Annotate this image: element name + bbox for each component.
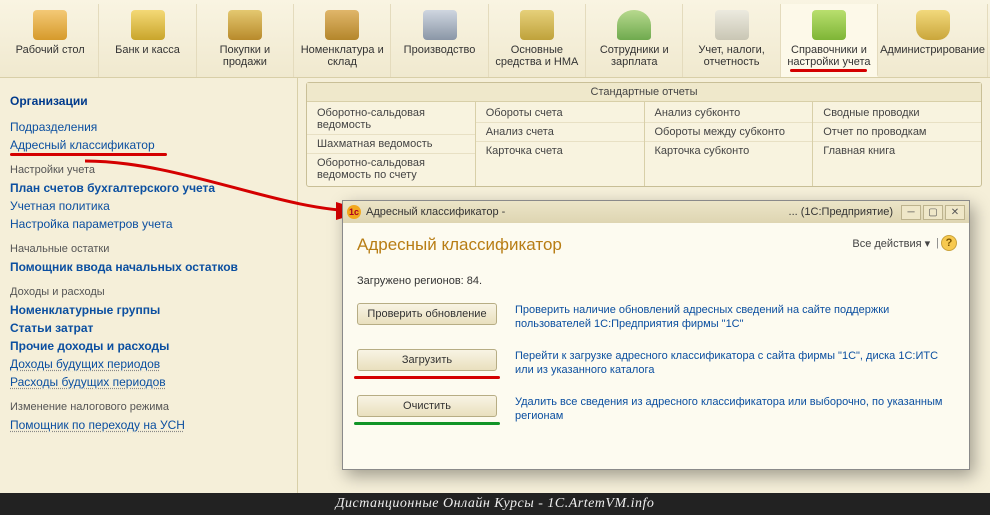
toolbar-label: Справочники и настройки учета xyxy=(783,44,875,68)
help-button[interactable]: ? xyxy=(941,235,957,251)
sidebar-other-income[interactable]: Прочие доходы и расходы xyxy=(10,337,287,355)
sidebar-address-classifier[interactable]: Адресный классификатор xyxy=(10,136,287,154)
toolbar-admin[interactable]: Администрирование xyxy=(878,4,988,77)
address-classifier-dialog: 1c Адресный классификатор - ... (1С:Пред… xyxy=(342,200,970,470)
sidebar-usn-helper[interactable]: Помощник по переходу на УСН xyxy=(10,416,287,434)
toolbar-label: Банк и касса xyxy=(115,44,180,56)
sidebar-initial-helper[interactable]: Помощник ввода начальных остатков xyxy=(10,258,287,276)
close-button[interactable]: ✕ xyxy=(945,205,965,220)
sidebar-cost-items[interactable]: Статьи затрат xyxy=(10,319,287,337)
sidebar-settings-head: Настройки учета xyxy=(10,164,287,176)
main-toolbar: Рабочий стол Банк и касса Покупки и прод… xyxy=(0,0,990,78)
person-icon xyxy=(615,8,653,42)
report-link[interactable]: Обороты счета xyxy=(476,104,644,123)
report-link[interactable]: Анализ счета xyxy=(476,123,644,142)
sidebar-future-income[interactable]: Доходы будущих периодов xyxy=(10,355,287,373)
report-link[interactable]: Карточка счета xyxy=(476,142,644,160)
sidebar: Организации Подразделения Адресный класс… xyxy=(0,78,298,493)
check-update-button[interactable]: Проверить обновление xyxy=(357,303,497,325)
dialog-status: Загружено регионов: 84. xyxy=(357,275,955,287)
report-link[interactable]: Карточка субконто xyxy=(645,142,813,160)
cart-icon xyxy=(226,8,264,42)
report-link[interactable]: Обороты между субконто xyxy=(645,123,813,142)
bank-icon xyxy=(129,8,167,42)
reports-panel: Стандартные отчеты Оборотно-сальдовая ве… xyxy=(306,82,982,187)
sidebar-initial-head: Начальные остатки xyxy=(10,243,287,255)
logo-1c-icon: 1c xyxy=(347,205,361,219)
desktop-icon xyxy=(31,8,69,42)
report-link[interactable]: Анализ субконто xyxy=(645,104,813,123)
sidebar-income-head: Доходы и расходы xyxy=(10,286,287,298)
clear-button[interactable]: Очистить xyxy=(357,395,497,417)
toolbar-label: Номенклатура и склад xyxy=(296,44,388,68)
toolbar-assets[interactable]: Основные средства и НМА xyxy=(489,4,586,77)
toolbar-stock[interactable]: Номенклатура и склад xyxy=(294,4,391,77)
all-actions-menu[interactable]: Все действия ▾ xyxy=(848,236,934,251)
maximize-button[interactable]: ▢ xyxy=(923,205,943,220)
toolbar-references[interactable]: Справочники и настройки учета xyxy=(781,4,878,77)
toolbar-accounting[interactable]: Учет, налоги, отчетность xyxy=(683,4,780,77)
dialog-titlebar[interactable]: 1c Адресный классификатор - ... (1С:Пред… xyxy=(343,201,969,223)
toolbar-desktop[interactable]: Рабочий стол xyxy=(2,4,99,77)
assets-icon xyxy=(518,8,556,42)
report-link[interactable]: Оборотно-сальдовая ведомость по счету xyxy=(307,154,475,184)
toolbar-bank[interactable]: Банк и касса xyxy=(99,4,196,77)
toolbar-label: Администрирование xyxy=(880,44,985,56)
report-link[interactable]: Оборотно-сальдовая ведомость xyxy=(307,104,475,135)
clear-desc: Удалить все сведения из адресного класси… xyxy=(515,395,945,423)
sidebar-organizations[interactable]: Организации xyxy=(10,94,287,108)
sidebar-subdivisions[interactable]: Подразделения xyxy=(10,118,287,136)
sidebar-nom-groups[interactable]: Номенклатурные группы xyxy=(10,301,287,319)
tools-icon xyxy=(421,8,459,42)
toolbar-label: Рабочий стол xyxy=(16,44,85,56)
report-link[interactable]: Шахматная ведомость xyxy=(307,135,475,154)
sidebar-params[interactable]: Настройка параметров учета xyxy=(10,215,287,233)
admin-icon xyxy=(914,8,952,42)
minimize-button[interactable]: ─ xyxy=(901,205,921,220)
dialog-title: Адресный классификатор - ... (1С:Предпри… xyxy=(366,206,899,218)
folders-icon xyxy=(810,8,848,42)
sidebar-future-expenses[interactable]: Расходы будущих периодов xyxy=(10,373,287,391)
toolbar-label: Производство xyxy=(404,44,476,56)
toolbar-label: Покупки и продажи xyxy=(199,44,291,68)
report-link[interactable]: Главная книга xyxy=(813,142,981,160)
sidebar-tax-head: Изменение налогового режима xyxy=(10,401,287,413)
report-link[interactable]: Сводные проводки xyxy=(813,104,981,123)
toolbar-label: Учет, налоги, отчетность xyxy=(685,44,777,68)
toolbar-label: Сотрудники и зарплата xyxy=(588,44,680,68)
toolbar-label: Основные средства и НМА xyxy=(491,44,583,68)
doc-icon xyxy=(713,8,751,42)
toolbar-production[interactable]: Производство xyxy=(391,4,488,77)
toolbar-sales[interactable]: Покупки и продажи xyxy=(197,4,294,77)
page-footer: Дистанционные Онлайн Курсы - 1C.ArtemVM.… xyxy=(0,493,990,515)
check-update-desc: Проверить наличие обновлений адресных св… xyxy=(515,303,945,331)
load-desc: Перейти к загрузке адресного классификат… xyxy=(515,349,945,377)
reports-title: Стандартные отчеты xyxy=(307,83,981,102)
toolbar-employees[interactable]: Сотрудники и зарплата xyxy=(586,4,683,77)
sidebar-accounting-policy[interactable]: Учетная политика xyxy=(10,197,287,215)
shelf-icon xyxy=(323,8,361,42)
sidebar-chart-accounts[interactable]: План счетов бухгалтерского учета xyxy=(10,179,287,197)
load-button[interactable]: Загрузить xyxy=(357,349,497,371)
report-link[interactable]: Отчет по проводкам xyxy=(813,123,981,142)
